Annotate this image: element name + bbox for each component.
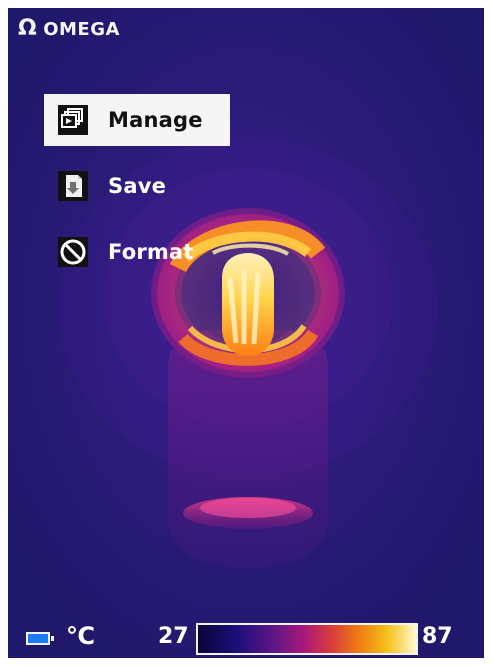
save-file-icon (50, 164, 96, 208)
color-palette-bar (196, 623, 418, 655)
gallery-icon (50, 98, 96, 142)
brand-name: OMEGA (43, 18, 120, 40)
status-bar: ℃ 27 87 (8, 616, 484, 658)
context-menu: Manage Save Format (44, 94, 230, 292)
no-entry-icon-svg (58, 237, 88, 267)
no-entry-icon (50, 230, 96, 274)
gallery-icon-svg (58, 105, 88, 135)
menu-item-manage[interactable]: Manage (44, 94, 230, 146)
thermal-screen: Ω OMEGA Manage Save Format ℃ 27 87 (8, 8, 484, 658)
menu-label-format: Format (108, 240, 194, 264)
brand-logo: Ω OMEGA (18, 18, 120, 40)
temperature-unit: ℃ (66, 622, 96, 650)
omega-logo-icon: Ω (18, 16, 38, 41)
menu-label-manage: Manage (108, 108, 203, 132)
menu-item-save[interactable]: Save (44, 160, 230, 212)
save-file-icon-svg (58, 171, 88, 201)
temperature-range-min: 27 (158, 624, 189, 649)
battery-icon (26, 632, 54, 645)
temperature-range-max: 87 (422, 624, 453, 649)
menu-item-format[interactable]: Format (44, 226, 230, 278)
menu-label-save: Save (108, 174, 167, 198)
